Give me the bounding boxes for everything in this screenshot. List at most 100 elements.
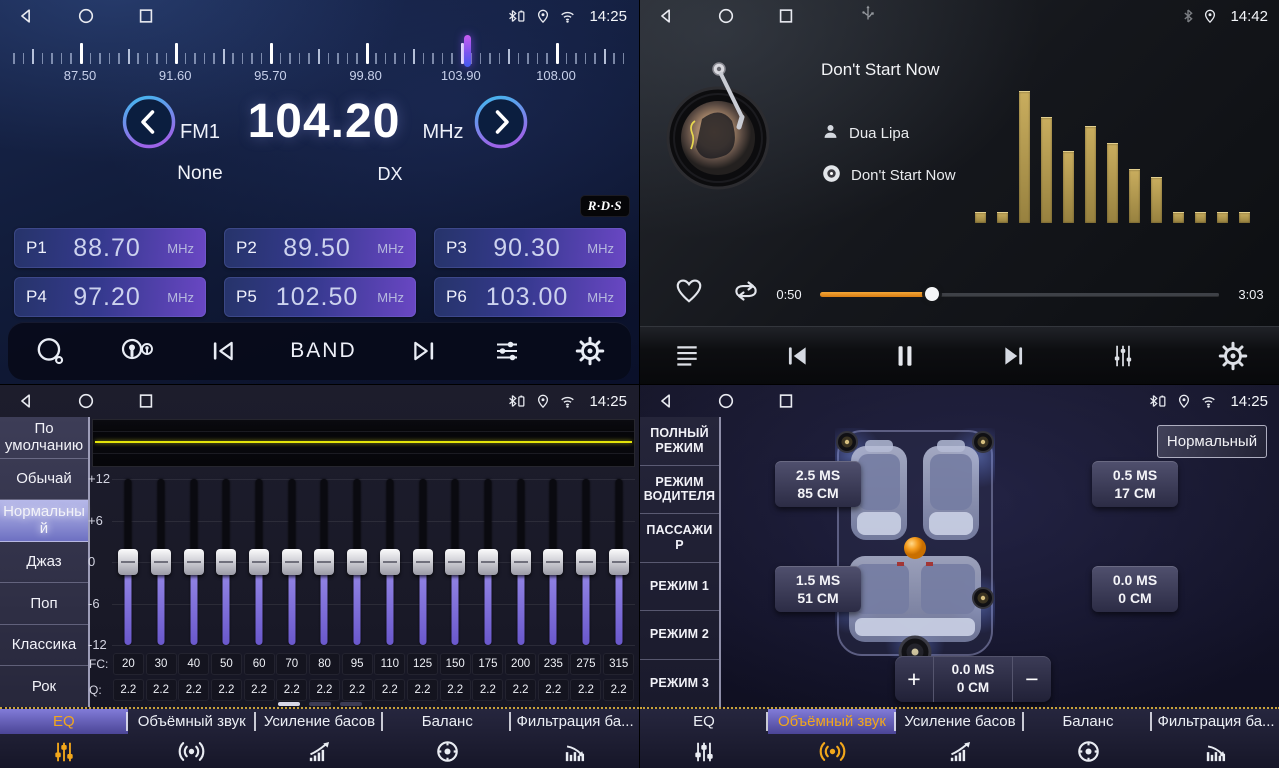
repeat-button[interactable] bbox=[728, 276, 764, 311]
next-track-button[interactable] bbox=[999, 342, 1029, 370]
q-value[interactable]: 2.2 bbox=[505, 679, 536, 701]
eq-slider-knob[interactable] bbox=[347, 549, 367, 575]
tab-eq[interactable]: EQ bbox=[0, 709, 128, 768]
eq-band-slider[interactable] bbox=[439, 479, 472, 645]
rear-right-delay-badge[interactable]: 0.0 MS0 CM bbox=[1092, 566, 1178, 612]
q-value[interactable]: 2.2 bbox=[113, 679, 144, 701]
eq-band-slider[interactable] bbox=[145, 479, 178, 645]
tab-bass-filter[interactable]: Фильтрация ба... bbox=[511, 709, 639, 768]
back-button[interactable] bbox=[16, 391, 36, 411]
fc-value[interactable]: 95 bbox=[342, 653, 373, 675]
fc-value[interactable]: 60 bbox=[244, 653, 275, 675]
eq-slider-knob[interactable] bbox=[543, 549, 563, 575]
playlist-button[interactable] bbox=[672, 342, 702, 370]
page-dash[interactable] bbox=[340, 702, 362, 706]
favorite-button[interactable] bbox=[673, 276, 705, 311]
equalizer-button[interactable] bbox=[491, 337, 523, 365]
fc-value[interactable]: 40 bbox=[178, 653, 209, 675]
page-dash[interactable] bbox=[309, 702, 331, 706]
eq-preset-item[interactable]: По умолчанию bbox=[0, 417, 88, 459]
listen-mode-item[interactable]: РЕЖИМ 3 bbox=[640, 660, 719, 708]
eq-preset-item[interactable]: Рок bbox=[0, 666, 88, 707]
eq-slider-knob[interactable] bbox=[282, 549, 302, 575]
eq-band-slider[interactable] bbox=[243, 479, 276, 645]
eq-preset-item[interactable]: Поп bbox=[0, 583, 88, 625]
q-value[interactable]: 2.2 bbox=[440, 679, 471, 701]
q-value[interactable]: 2.2 bbox=[276, 679, 307, 701]
eq-preset-item[interactable]: Нормальный bbox=[0, 500, 88, 542]
eq-band-slider[interactable] bbox=[177, 479, 210, 645]
album-art[interactable] bbox=[654, 55, 782, 200]
fc-value[interactable]: 20 bbox=[113, 653, 144, 675]
eq-band-slider[interactable] bbox=[210, 479, 243, 645]
sound-profile-button[interactable]: Нормальный bbox=[1157, 425, 1267, 458]
listen-mode-item[interactable]: РЕЖИМ 1 bbox=[640, 563, 719, 612]
settings-gear-icon[interactable] bbox=[1218, 341, 1248, 371]
broadcast-button[interactable] bbox=[118, 336, 156, 366]
page-dash[interactable] bbox=[278, 702, 300, 706]
band-button[interactable]: BAND bbox=[290, 339, 356, 363]
back-button[interactable] bbox=[656, 6, 676, 26]
tab-balance[interactable]: Баланс bbox=[1024, 709, 1152, 768]
fc-value[interactable]: 150 bbox=[440, 653, 471, 675]
fc-value[interactable]: 110 bbox=[374, 653, 405, 675]
tab-bass-boost[interactable]: Усиление басов bbox=[256, 709, 384, 768]
tab-surround-sound[interactable]: Объёмный звук bbox=[768, 709, 896, 768]
eq-slider-knob[interactable] bbox=[314, 549, 334, 575]
preset-button[interactable]: P5102.50MHz bbox=[224, 277, 416, 317]
fc-value[interactable]: 50 bbox=[211, 653, 242, 675]
recents-button[interactable] bbox=[136, 6, 156, 26]
previous-station-button[interactable] bbox=[208, 337, 238, 365]
tab-bass-filter[interactable]: Фильтрация ба... bbox=[1152, 709, 1279, 768]
front-left-delay-badge[interactable]: 2.5 MS85 CM bbox=[775, 461, 861, 507]
q-value[interactable]: 2.2 bbox=[472, 679, 503, 701]
eq-slider-knob[interactable] bbox=[380, 549, 400, 575]
delay-decrease-button[interactable]: − bbox=[1013, 656, 1051, 702]
audio-faders-button[interactable] bbox=[1108, 342, 1138, 370]
eq-band-slider[interactable] bbox=[275, 479, 308, 645]
eq-slider-knob[interactable] bbox=[576, 549, 596, 575]
seek-bar[interactable] bbox=[820, 284, 1219, 304]
pause-button[interactable] bbox=[891, 342, 919, 370]
eq-preset-item[interactable]: Классика bbox=[0, 625, 88, 667]
seek-knob[interactable] bbox=[925, 287, 939, 301]
eq-band-slider[interactable] bbox=[472, 479, 505, 645]
dial-pointer[interactable] bbox=[464, 35, 471, 67]
settings-gear-icon[interactable] bbox=[575, 336, 605, 366]
tab-eq[interactable]: EQ bbox=[640, 709, 768, 768]
next-station-button[interactable] bbox=[409, 337, 439, 365]
fc-value[interactable]: 175 bbox=[472, 653, 503, 675]
eq-slider-knob[interactable] bbox=[118, 549, 138, 575]
front-right-delay-badge[interactable]: 0.5 MS17 CM bbox=[1092, 461, 1178, 507]
eq-slider-knob[interactable] bbox=[151, 549, 171, 575]
listen-mode-item[interactable]: РЕЖИМ 2 bbox=[640, 611, 719, 660]
recents-button[interactable] bbox=[136, 391, 156, 411]
q-value[interactable]: 2.2 bbox=[407, 679, 438, 701]
q-value[interactable]: 2.2 bbox=[146, 679, 177, 701]
preset-button[interactable]: P390.30MHz bbox=[434, 228, 626, 268]
back-button[interactable] bbox=[16, 6, 36, 26]
fc-value[interactable]: 30 bbox=[146, 653, 177, 675]
previous-track-button[interactable] bbox=[782, 342, 812, 370]
home-button[interactable] bbox=[716, 6, 736, 26]
eq-band-slider[interactable] bbox=[406, 479, 439, 645]
recents-button[interactable] bbox=[776, 6, 796, 26]
frequency-dial[interactable]: 87.5091.6095.7099.80103.90108.00 bbox=[4, 34, 635, 84]
q-value[interactable]: 2.2 bbox=[211, 679, 242, 701]
listen-mode-item[interactable]: РЕЖИМ ВОДИТЕЛЯ bbox=[640, 466, 719, 515]
preset-button[interactable]: P6103.00MHz bbox=[434, 277, 626, 317]
preset-button[interactable]: P497.20MHz bbox=[14, 277, 206, 317]
home-button[interactable] bbox=[716, 391, 736, 411]
eq-preset-item[interactable]: Обычай bbox=[0, 459, 88, 501]
q-value[interactable]: 2.2 bbox=[342, 679, 373, 701]
tune-up-button[interactable] bbox=[473, 94, 529, 150]
eq-slider-knob[interactable] bbox=[413, 549, 433, 575]
eq-slider-knob[interactable] bbox=[249, 549, 269, 575]
eq-slider-knob[interactable] bbox=[445, 549, 465, 575]
listen-mode-item[interactable]: ПОЛНЫЙ РЕЖИМ bbox=[640, 417, 719, 466]
eq-band-slider[interactable] bbox=[570, 479, 603, 645]
delay-increase-button[interactable]: + bbox=[895, 656, 933, 702]
listen-mode-item[interactable]: ПАССАЖИР bbox=[640, 514, 719, 563]
fc-value[interactable]: 200 bbox=[505, 653, 536, 675]
home-button[interactable] bbox=[76, 391, 96, 411]
